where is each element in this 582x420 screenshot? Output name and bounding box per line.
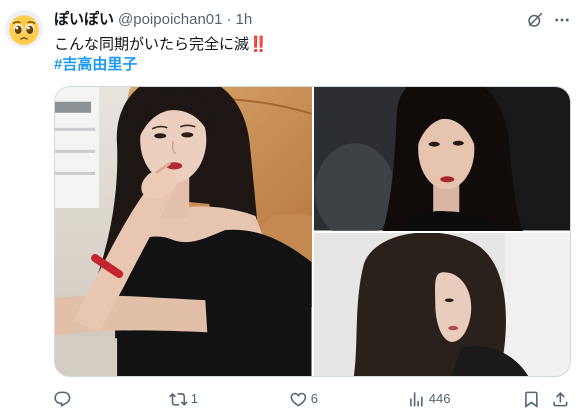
like-count: 6	[310, 391, 318, 406]
right-eye-highlight	[27, 26, 30, 30]
desk	[55, 338, 118, 376]
right-pupil	[26, 25, 34, 35]
hashtag-link[interactable]: #吉高由里子	[54, 55, 137, 75]
retweet-button[interactable]: 1	[169, 389, 198, 409]
more-button[interactable]	[553, 11, 571, 29]
bookmark-icon	[525, 391, 538, 408]
left-eye	[154, 133, 167, 139]
share-button[interactable]	[551, 389, 570, 409]
grok-icon	[528, 12, 543, 27]
bookmark-button[interactable]	[522, 389, 541, 409]
left-pupil	[14, 25, 22, 35]
left-eye-highlight	[15, 26, 19, 30]
like-button[interactable]: 6	[289, 389, 318, 409]
media-grid	[54, 86, 571, 377]
grok-button[interactable]	[526, 11, 544, 29]
tweet-photo-2[interactable]	[313, 87, 570, 231]
tweet-text-body: こんな同期がいたら完全に滅	[54, 36, 250, 53]
printer	[55, 87, 100, 208]
photo-1-image	[55, 87, 312, 376]
separator-dot: ·	[226, 11, 232, 28]
timestamp[interactable]: 1h	[236, 10, 253, 30]
views-count: 446	[428, 391, 451, 406]
left-eye	[428, 141, 440, 147]
pleading-face-emoji-icon	[5, 10, 43, 48]
lips	[447, 325, 458, 330]
tweet-photo-3[interactable]	[313, 232, 570, 376]
emoji-face	[9, 15, 39, 45]
like-icon	[290, 392, 307, 407]
lips	[439, 176, 454, 183]
tweet-text: こんな同期がいたら完全に滅‼️	[54, 34, 268, 55]
right-eye	[452, 140, 464, 146]
eye	[444, 297, 454, 302]
display-name[interactable]: ぽいぽい	[54, 10, 114, 30]
photo-3-image	[313, 232, 570, 376]
photo-2-image	[313, 87, 570, 231]
views-icon	[410, 391, 423, 407]
tweet-photo-1[interactable]	[55, 87, 312, 376]
share-icon	[553, 391, 568, 407]
avatar[interactable]	[5, 10, 43, 48]
more-icon	[555, 18, 569, 22]
reply-icon	[54, 391, 71, 407]
retweet-count: 1	[190, 391, 198, 406]
retweet-icon	[169, 392, 188, 406]
double-exclamation-emoji: ‼️	[249, 35, 268, 53]
bright-wall	[504, 232, 570, 376]
views-button[interactable]: 446	[407, 389, 450, 409]
handle[interactable]: @poipoichan01	[118, 10, 222, 30]
right-eye	[181, 132, 194, 138]
tweet-header: ぽいぽい @poipoichan01 · 1h	[54, 10, 252, 30]
tweet-card[interactable]: ぽいぽい @poipoichan01 · 1h こんな同期がいたら完全に滅‼️ …	[0, 0, 582, 420]
reply-button[interactable]	[53, 389, 72, 409]
